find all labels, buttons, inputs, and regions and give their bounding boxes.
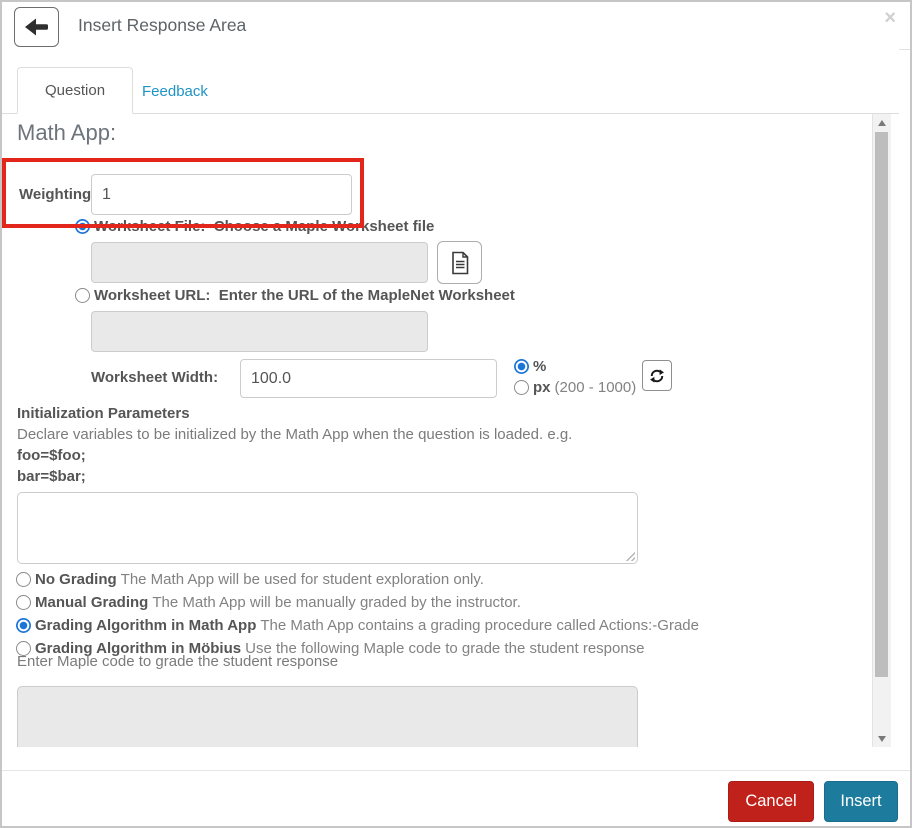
px-label: px <box>533 379 551 396</box>
tab-feedback[interactable]: Feedback <box>128 69 222 114</box>
weighting-label: Weighting <box>19 174 91 215</box>
scrollbar-down-button[interactable] <box>873 730 891 747</box>
percent-label: % <box>533 358 546 375</box>
insert-button[interactable]: Insert <box>824 781 898 822</box>
worksheet-file-label: Worksheet File: Choose a Maple Worksheet… <box>94 218 434 235</box>
grading-option-manual[interactable]: Manual Grading The Math App will be manu… <box>16 591 521 613</box>
worksheet-url-option[interactable]: Worksheet URL: Enter the URL of the Mapl… <box>75 284 515 306</box>
worksheet-width-input[interactable] <box>240 359 497 398</box>
grading-math-app-description: The Math App contains a grading procedur… <box>260 617 699 634</box>
up-arrow-icon <box>878 120 886 126</box>
worksheet-file-radio[interactable] <box>75 219 90 234</box>
insert-response-area-dialog: Insert Response Area × Question Feedback… <box>0 0 912 828</box>
vertical-scrollbar[interactable] <box>872 114 891 747</box>
manual-grading-description: The Math App will be manually graded by … <box>152 594 521 611</box>
cancel-button[interactable]: Cancel <box>728 781 814 822</box>
choose-file-button[interactable] <box>437 241 482 284</box>
down-arrow-icon <box>878 736 886 742</box>
dialog-body: Math App: Weighting Worksheet File: Choo… <box>2 114 871 747</box>
tab-bar: Question Feedback <box>2 49 899 114</box>
init-params-textarea[interactable] <box>17 492 638 564</box>
scrollbar-thumb[interactable] <box>875 132 888 677</box>
manual-grading-radio[interactable] <box>16 595 31 610</box>
width-unit-px-option[interactable]: px (200 - 1000) <box>514 376 636 398</box>
maple-code-textarea[interactable] <box>17 686 638 747</box>
init-params-heading: Initialization Parameters <box>17 405 190 422</box>
worksheet-width-label: Worksheet Width: <box>91 358 218 397</box>
grading-math-app-label: Grading Algorithm in Math App <box>35 617 256 634</box>
worksheet-url-label: Worksheet URL: Enter the URL of the Mapl… <box>94 287 515 304</box>
close-icon[interactable]: × <box>884 8 896 28</box>
worksheet-url-input[interactable] <box>91 311 428 352</box>
dialog-title: Insert Response Area <box>78 2 246 48</box>
maple-code-label: Enter Maple code to grade the student re… <box>17 653 338 670</box>
init-params-example-2: bar=$bar; <box>17 468 86 485</box>
worksheet-file-option[interactable]: Worksheet File: Choose a Maple Worksheet… <box>75 215 434 237</box>
maple-code-textarea-wrap <box>17 686 638 747</box>
grading-math-app-radio[interactable] <box>16 618 31 633</box>
refresh-icon <box>648 367 666 385</box>
worksheet-file-input[interactable] <box>91 242 428 283</box>
init-params-description: Declare variables to be initialized by t… <box>17 426 572 443</box>
percent-radio[interactable] <box>514 359 529 374</box>
math-app-heading: Math App: <box>17 120 116 146</box>
width-refresh-button[interactable] <box>642 360 672 391</box>
grading-option-math-app[interactable]: Grading Algorithm in Math App The Math A… <box>16 614 699 636</box>
init-params-example-1: foo=$foo; <box>17 447 86 464</box>
back-button[interactable] <box>14 7 59 47</box>
manual-grading-label: Manual Grading <box>35 594 148 611</box>
no-grading-description: The Math App will be used for student ex… <box>121 571 484 588</box>
no-grading-label: No Grading <box>35 571 117 588</box>
arrow-left-icon <box>24 16 50 38</box>
px-radio[interactable] <box>514 380 529 395</box>
no-grading-radio[interactable] <box>16 572 31 587</box>
weighting-input[interactable] <box>91 174 352 215</box>
scrollbar-up-button[interactable] <box>873 114 891 131</box>
init-params-textarea-wrap <box>17 492 638 564</box>
tab-question[interactable]: Question <box>17 67 133 114</box>
grading-option-no-grading[interactable]: No Grading The Math App will be used for… <box>16 568 484 590</box>
px-range-label: (200 - 1000) <box>555 379 637 396</box>
dialog-header: Insert Response Area × <box>2 2 910 50</box>
document-icon <box>450 251 470 275</box>
worksheet-url-radio[interactable] <box>75 288 90 303</box>
width-unit-percent-option[interactable]: % <box>514 355 546 377</box>
dialog-footer: Cancel Insert <box>2 770 910 826</box>
